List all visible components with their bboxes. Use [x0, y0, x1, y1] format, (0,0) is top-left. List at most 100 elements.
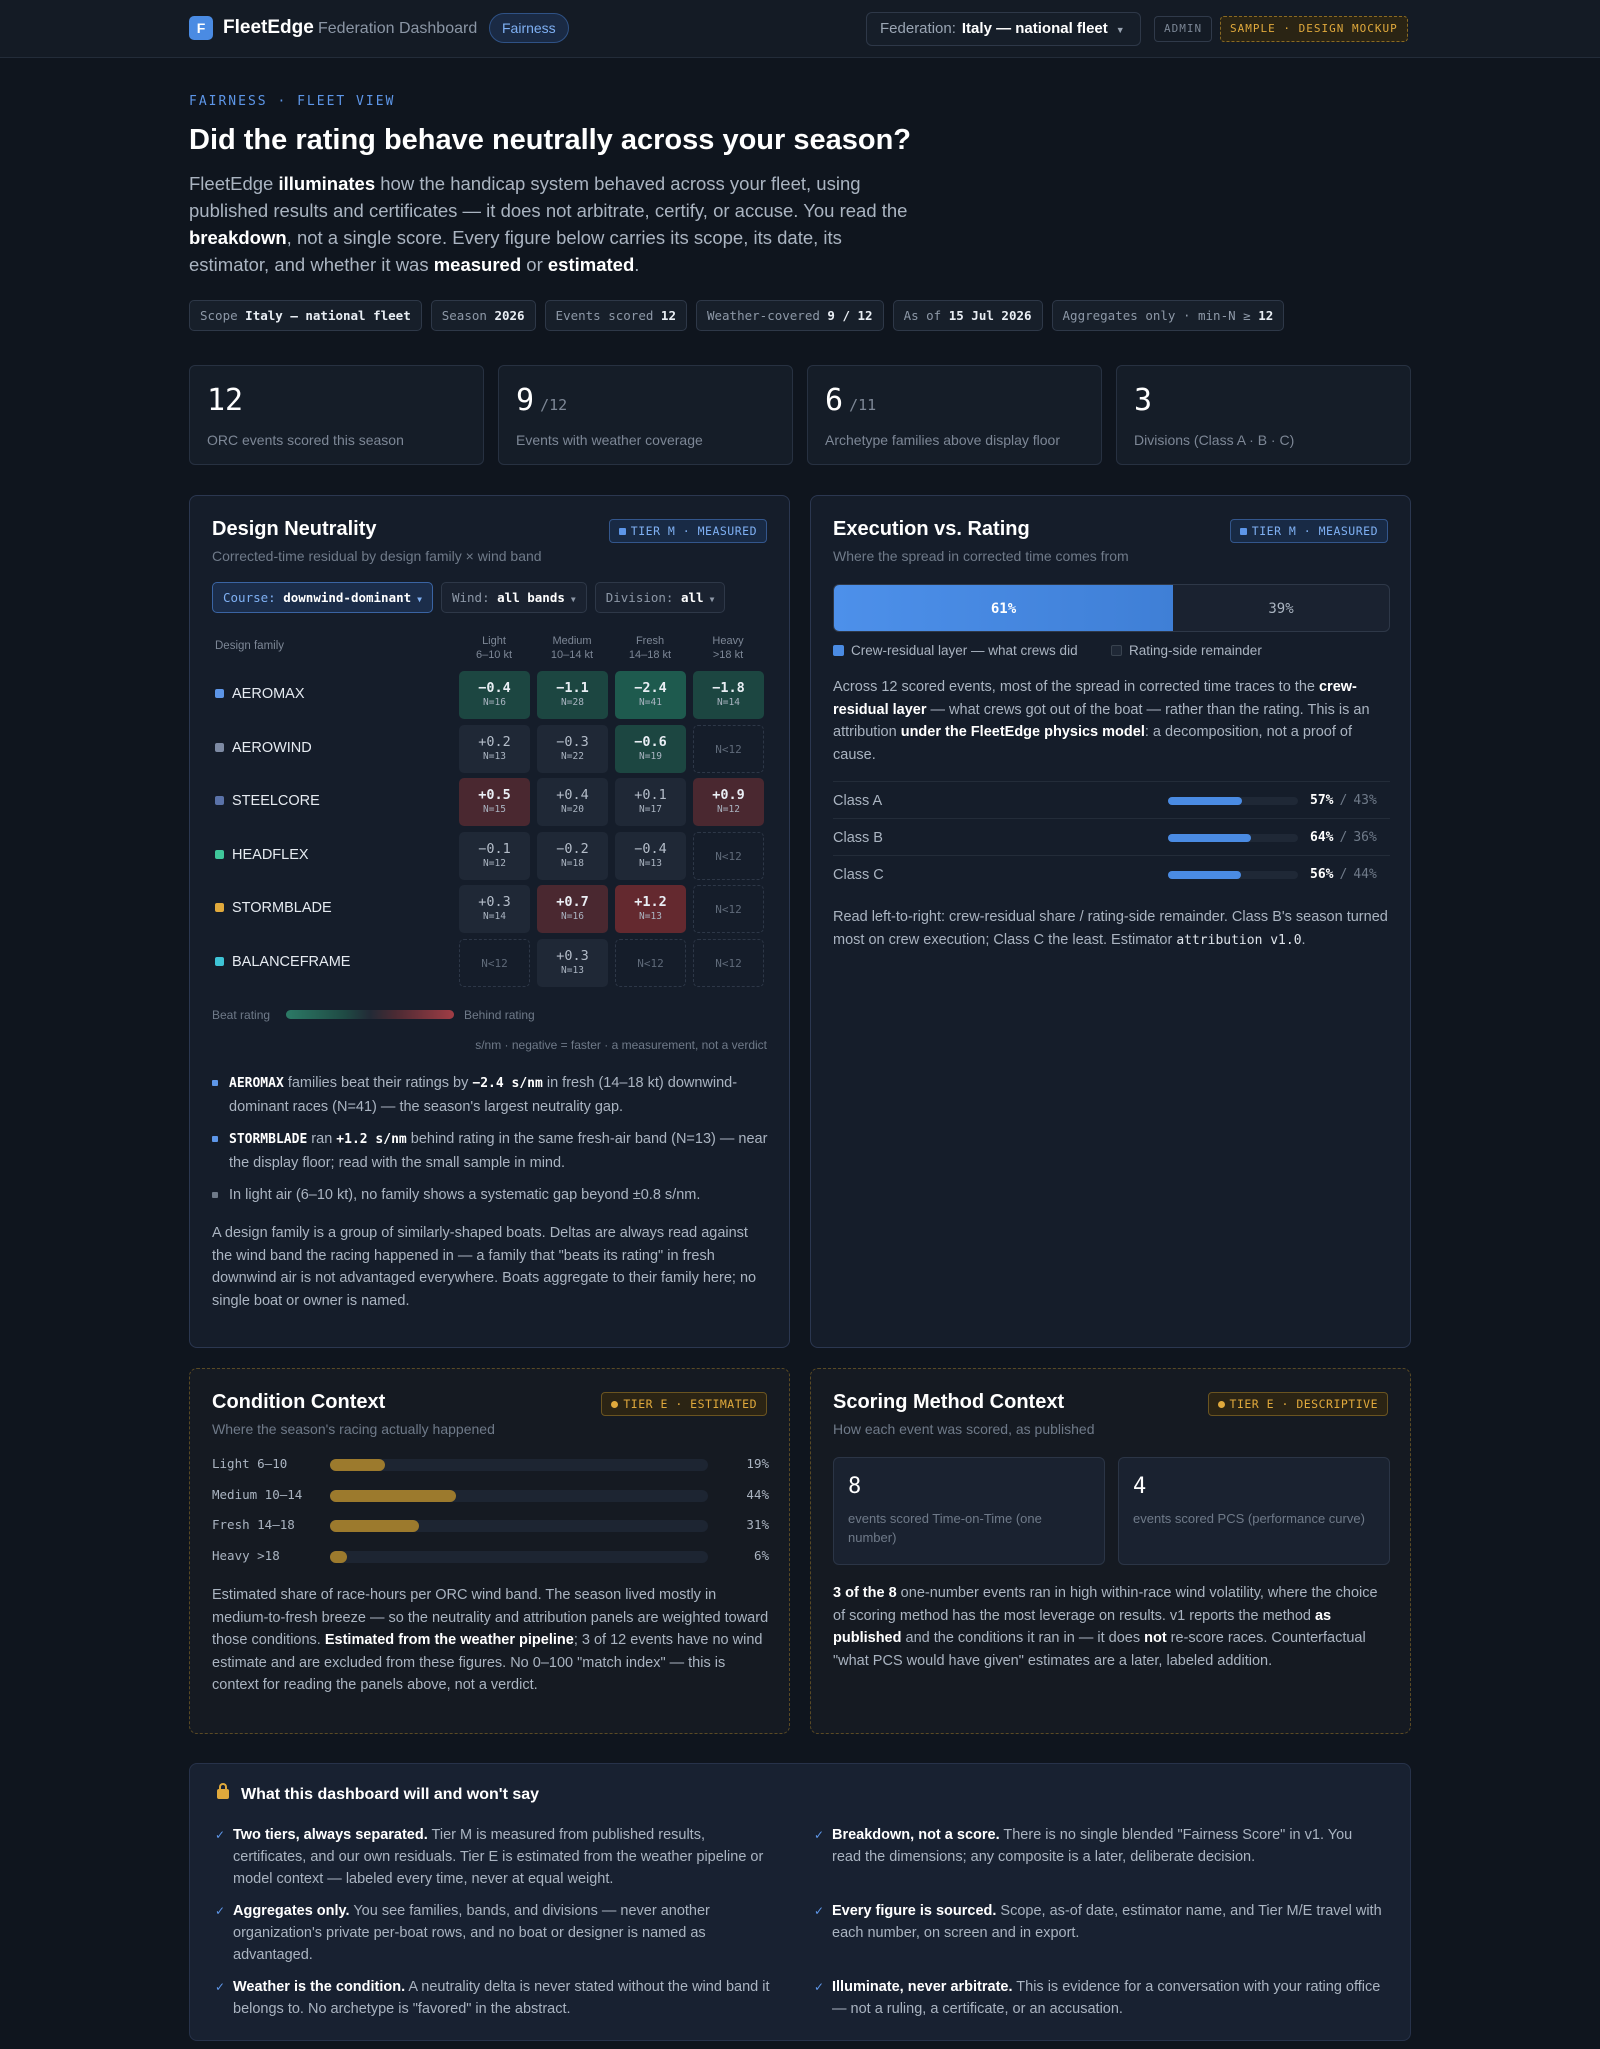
- check-icon: ✓: [814, 1828, 825, 1842]
- heatmap-cell[interactable]: +0.3 N=13: [537, 938, 608, 987]
- stat-card: 3 Divisions (Class A · B · C): [1116, 365, 1411, 465]
- division-filter[interactable]: Division: all ▼: [594, 582, 726, 613]
- nav-pill-fairness[interactable]: Fairness: [489, 13, 569, 43]
- panel-subtitle: Corrected-time residual by design family…: [212, 548, 542, 564]
- family-label: BALANCEFRAME: [215, 954, 350, 970]
- heatmap-cell[interactable]: +0.1 N=17: [615, 778, 686, 826]
- wind-band-bar: [330, 1459, 708, 1471]
- wind-band-bar: [330, 1550, 708, 1563]
- family-label: STORMBLADE: [215, 900, 332, 916]
- check-icon: ✓: [215, 1980, 226, 1994]
- band-header: Heavy >18 kt: [712, 635, 744, 661]
- heatmap-cell[interactable]: +0.5 N=15: [459, 778, 530, 826]
- heatmap-cell[interactable]: −0.6 N=19: [615, 724, 686, 773]
- chip-scope: Scope Italy — national fleet: [189, 300, 422, 331]
- execution-explainer: Across 12 scored events, most of the spr…: [833, 679, 1370, 763]
- band-header: Light 6–10 kt: [475, 635, 513, 661]
- band-header: Fresh 14–18 kt: [628, 635, 672, 661]
- heatmap-cell[interactable]: +0.3 N=14: [459, 885, 530, 933]
- attribution-bar: 61% 39%: [833, 584, 1390, 632]
- heatmap-cell[interactable]: +0.2 N=13: [459, 724, 530, 773]
- insight-bullet: AEROMAX families beat their ratings by −…: [212, 1072, 772, 1118]
- guarantee-item: ✓ Two tiers, always separated. Tier M is …: [215, 1824, 780, 1890]
- filter-bar: Course: downwind-dominant ▼ Wind: all ban…: [212, 582, 726, 613]
- wind-band-pct: 44%: [746, 1486, 769, 1502]
- check-icon: ✓: [814, 1980, 825, 1994]
- wind-band-chart: Light 6–10 19% Medium 10–14 44% Fresh 14–18 3…: [212, 1456, 769, 1576]
- execution-note: Read left-to-right: crew-residual share …: [833, 909, 1388, 948]
- lock-icon: [217, 1783, 229, 1799]
- heatmap-cell[interactable]: N<12: [459, 938, 530, 987]
- course-filter[interactable]: Course: downwind-dominant ▼: [212, 582, 433, 613]
- family-label: HEADFLEX: [215, 847, 309, 863]
- family-swatch: [215, 689, 224, 698]
- units-note: s/nm · negative = faster · a measurement…: [475, 1038, 767, 1052]
- class-row: Class A 57%/43%: [833, 781, 1390, 818]
- class-crew-bar: [1168, 871, 1298, 879]
- tier-badge: TIER M · MEASURED: [1229, 519, 1388, 543]
- design-neutrality-panel: Design Neutrality Corrected-time residua…: [189, 495, 790, 1348]
- condition-context-panel: Condition Context Where the season's rac…: [189, 1368, 790, 1734]
- heatmap-cell[interactable]: −0.3 N=22: [537, 724, 608, 773]
- panel-title: Scoring Method Context: [833, 1391, 1065, 1413]
- guarantees-heading: What this dashboard will and won't say: [217, 1783, 539, 1804]
- heatmap-cell[interactable]: −0.1 N=12: [459, 831, 530, 880]
- heatmap-cell[interactable]: −0.4 N=13: [615, 831, 686, 880]
- family-column-header: Design family: [215, 640, 285, 652]
- heatmap-cell[interactable]: N<12: [615, 938, 686, 987]
- execution-vs-rating-panel: Execution vs. Rating Where the spread in…: [810, 495, 1411, 1348]
- heatmap-cell[interactable]: −1.1 N=28: [537, 671, 608, 719]
- guarantee-item: ✓ Illuminate, never arbitrate. This is ev…: [814, 1976, 1384, 2020]
- wind-band-label: Heavy >18: [212, 1547, 280, 1563]
- tier-badge: TIER E · ESTIMATED: [601, 1392, 767, 1416]
- heatmap-cell[interactable]: N<12: [693, 831, 764, 880]
- heatmap-cell[interactable]: +0.7 N=16: [537, 885, 608, 933]
- class-crew-bar: [1168, 834, 1298, 842]
- heatmap-cell[interactable]: −0.2 N=18: [537, 831, 608, 880]
- rating-remainder-segment: 39%: [1268, 601, 1294, 617]
- heatmap-cell[interactable]: N<12: [693, 885, 764, 933]
- lead-paragraph: FleetEdge illuminates how the handicap s…: [189, 173, 908, 275]
- heatmap-cell[interactable]: +0.9 N=12: [693, 778, 764, 826]
- check-icon: ✓: [814, 1904, 825, 1918]
- heatmap-cell[interactable]: −0.4 N=16: [459, 671, 530, 719]
- federation-select[interactable]: Federation: Italy — national fleet ▼: [866, 12, 1141, 46]
- panel-subtitle: How each event was scored, as published: [833, 1421, 1095, 1437]
- chip-weather-covered: Weather-covered 9 / 12: [695, 300, 884, 331]
- tot-count-card: 8 events scored Time-on-Time (one number): [833, 1457, 1105, 1565]
- guarantee-item: ✓ Weather is the condition. A neutrality …: [215, 1976, 780, 2020]
- federation-value: Italy — national fleet: [961, 20, 1108, 37]
- wind-filter[interactable]: Wind: all bands ▼: [440, 582, 587, 613]
- panel-title: Condition Context: [212, 1391, 386, 1413]
- guarantee-item: ✓ Breakdown, not a score. There is no sin…: [814, 1824, 1384, 1868]
- heatmap-cell[interactable]: +1.2 N=13: [615, 885, 686, 933]
- class-row: Class B 64%/36%: [833, 818, 1390, 855]
- guarantees-panel: What this dashboard will and won't say ✓…: [189, 1763, 1411, 2041]
- chip-season: Season 2026: [430, 300, 536, 331]
- legend-gradient: [286, 1010, 454, 1019]
- wind-band-label: Medium 10–14: [212, 1486, 303, 1502]
- family-swatch: [215, 956, 224, 966]
- class-row: Class C 56%/44%: [833, 855, 1390, 892]
- heatmap-cell[interactable]: N<12: [693, 938, 764, 987]
- scoring-explainer: 3 of the 8 one-number events ran in high…: [833, 1585, 1378, 1669]
- heatmap-cell[interactable]: −1.8 N=14: [693, 671, 764, 719]
- pcs-count-card: 4 events scored PCS (performance curve): [1118, 1457, 1390, 1565]
- admin-badge[interactable]: ADMIN: [1154, 16, 1213, 42]
- heatmap-cell[interactable]: −2.4 N=41: [615, 671, 686, 719]
- legend-beat-label: Beat rating: [212, 1008, 271, 1022]
- eyebrow: FAIRNESS · FLEET VIEW: [189, 94, 396, 109]
- mockup-badge: SAMPLE · DESIGN MOCKUP: [1220, 16, 1408, 42]
- heatmap-cell[interactable]: +0.4 N=20: [537, 778, 608, 826]
- panel-subtitle: Where the season's racing actually happe…: [212, 1421, 495, 1437]
- family-label: STEELCORE: [215, 793, 320, 809]
- neutrality-heatmap: AEROMAX −0.4 N=16 −1.1 N=28 −2.4 N=41 −1.8 N=14 A…: [190, 671, 790, 1001]
- family-swatch: [215, 849, 224, 859]
- chevron-down-icon: ▼: [570, 595, 576, 604]
- wind-band-label: Fresh 14–18: [212, 1517, 295, 1532]
- family-swatch: [215, 742, 224, 752]
- heatmap-cell[interactable]: N<12: [693, 724, 764, 773]
- band-header: Medium 10–14 kt: [550, 635, 594, 661]
- chip-aggregates: Aggregates only · min-N ≥ 12: [1051, 300, 1285, 331]
- panel-subtitle: Where the spread in corrected time comes…: [833, 548, 1129, 564]
